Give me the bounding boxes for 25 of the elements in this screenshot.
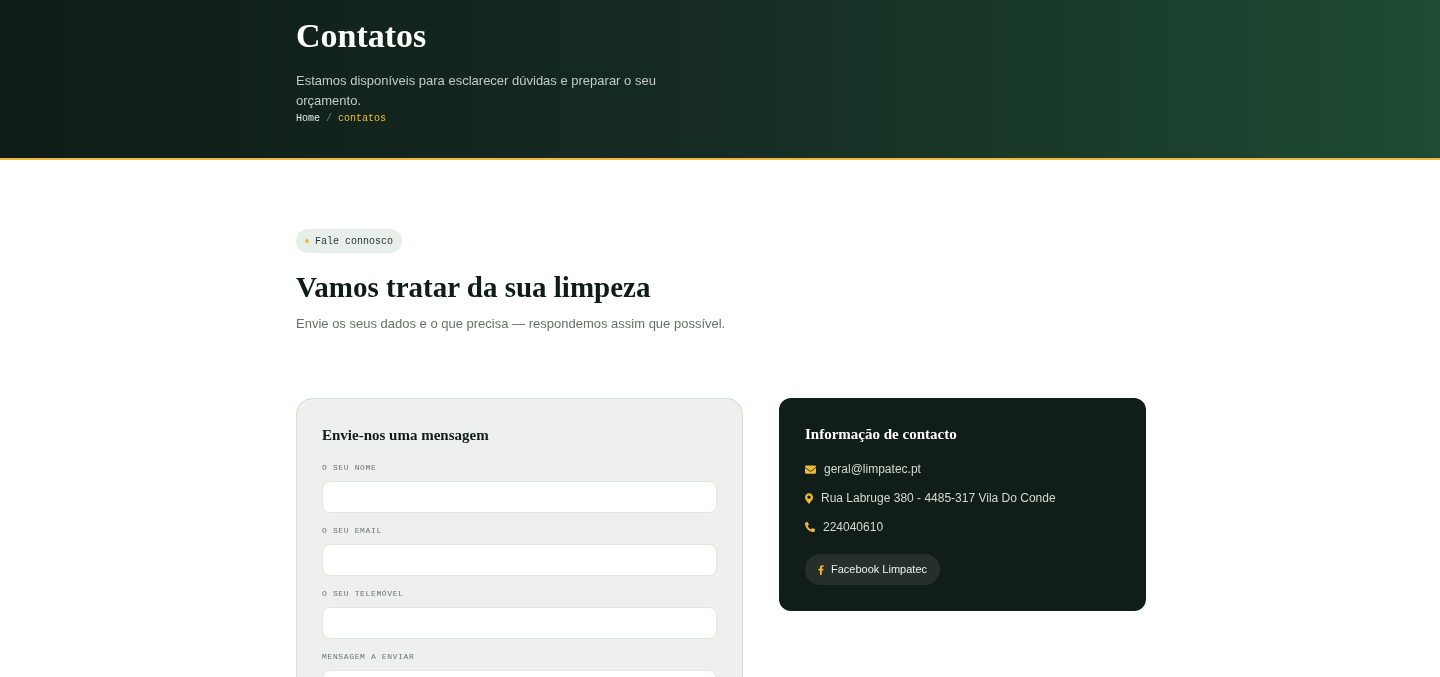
input-field[interactable] [322, 481, 717, 513]
phone-icon [805, 522, 815, 532]
section-title: Vamos tratar da sua limpeza [296, 270, 652, 305]
page-subtitle: Estamos disponíveis para esclarecer dúvidas e preparar o seu orçamento. [296, 72, 657, 110]
envelope-icon [805, 463, 816, 475]
field-label: O SEU TELEMÓVEL [322, 588, 405, 600]
breadcrumb-link[interactable]: contatos [338, 112, 387, 126]
field-label: O SEU EMAIL [322, 525, 383, 537]
contact-detail: 224040610 [823, 519, 884, 536]
section-subtitle: Envie os seus dados e o que precisa — respondemos assim que possível. [296, 315, 727, 333]
contact-title: Informação de contacto [805, 425, 958, 444]
contact-detail: geral@limpatec.pt [824, 461, 921, 478]
badge-label: Fale connosco [315, 234, 393, 249]
form-title: Envie-nos uma mensagem [322, 426, 490, 445]
breadcrumb-separator: / [326, 112, 333, 126]
facebook-icon [818, 564, 824, 575]
contact-detail: Rua Labruge 380 - 4485-317 Vila Do Conde [821, 490, 1056, 507]
field-label: MENSAGEM A ENVIAR [322, 651, 416, 663]
page-title: Contatos [296, 16, 428, 56]
map-pin-icon [805, 492, 813, 504]
facebook-button[interactable]: Facebook Limpatec [805, 554, 940, 585]
input-field[interactable] [322, 544, 717, 576]
field-label: O SEU NOME [322, 462, 378, 474]
breadcrumb-link[interactable]: Home [296, 112, 320, 126]
input-field[interactable] [322, 607, 717, 639]
